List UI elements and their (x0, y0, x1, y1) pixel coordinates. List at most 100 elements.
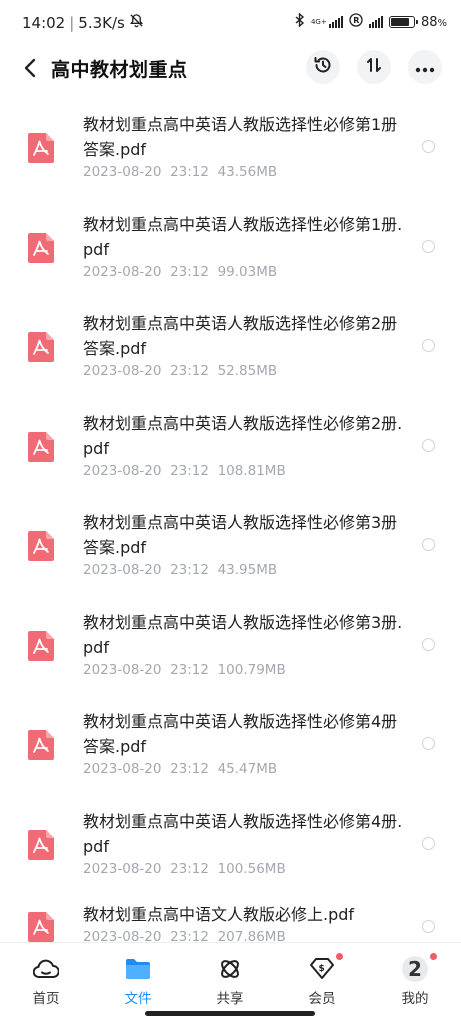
battery-icon (388, 16, 418, 28)
file-name: 教材划重点高中英语人教版选择性必修第1册答案.pdf (83, 115, 398, 159)
avatar: 2 (402, 956, 428, 982)
pdf-file-icon (28, 431, 54, 462)
file-meta: 2023-08-20 23:12 108.81MB (83, 463, 286, 479)
file-meta: 2023-08-20 23:12 45.47MB (83, 761, 277, 777)
nav-home[interactable]: 首页 (11, 955, 81, 1007)
pdf-file-icon (28, 730, 54, 760)
file-meta: 2023-08-20 23:12 100.79MB (83, 662, 286, 678)
more-dots-icon (415, 58, 435, 77)
nav-vip[interactable]: $ 会员 (287, 953, 357, 1007)
file-meta: 2023-08-20 23:12 207.86MB (83, 929, 286, 942)
file-date: 2023-08-20 (83, 562, 162, 578)
file-time: 23:12 (170, 761, 209, 777)
file-size: 207.86MB (217, 929, 286, 942)
status-separator: | (69, 13, 75, 32)
avatar-icon: 2 (401, 953, 437, 983)
battery-unit: % (437, 17, 447, 29)
file-time: 23:12 (170, 929, 209, 942)
network-type: 4G+ (310, 17, 327, 26)
file-size: 52.85MB (217, 363, 278, 379)
back-arrow-icon[interactable] (18, 54, 42, 82)
svg-text:$: $ (319, 964, 325, 974)
pdf-file-icon (28, 133, 54, 163)
file-date: 2023-08-20 (83, 761, 162, 777)
mute-bell-icon (129, 13, 144, 32)
nav-home-label: 首页 (32, 991, 60, 1007)
file-name: 教材划重点高中英语人教版选择性必修第3册答案.pdf (83, 513, 398, 557)
more-button[interactable] (408, 50, 442, 84)
select-radio[interactable] (422, 920, 435, 933)
mine-notification-dot (430, 953, 437, 960)
sort-arrows-icon (364, 55, 384, 79)
file-date: 2023-08-20 (83, 462, 162, 479)
pdf-file-icon (28, 332, 54, 362)
home-cloud-icon (32, 955, 60, 983)
file-row-4[interactable]: 教材划重点高中英语人教版选择性必修第2册.pdf 2023-08-20 23:1… (0, 395, 461, 495)
file-row-7[interactable]: 教材划重点高中英语人教版选择性必修第4册答案.pdf 2023-08-20 23… (0, 693, 461, 793)
file-meta: 2023-08-20 23:12 43.56MB (83, 164, 277, 180)
file-date: 2023-08-20 (83, 363, 162, 379)
file-time: 23:12 (170, 661, 209, 678)
pdf-file-icon (28, 912, 54, 942)
file-row-3[interactable]: 教材划重点高中英语人教版选择性必修第2册答案.pdf 2023-08-20 23… (0, 295, 461, 395)
battery-value: 88 (420, 14, 438, 30)
status-time: 14:02 (22, 13, 66, 32)
status-left: 14:02 | 5.3K/s (22, 13, 144, 32)
select-radio[interactable] (422, 140, 435, 153)
battery-percent: 88% (421, 15, 447, 30)
battery-fill (390, 18, 409, 26)
select-radio[interactable] (422, 538, 435, 551)
file-row-2[interactable]: 教材划重点高中英语人教版选择性必修第1册.pdf 2023-08-20 23:1… (0, 196, 461, 296)
history-button[interactable] (306, 50, 340, 84)
header: 高中教材划重点 (0, 46, 461, 90)
file-size: 100.56MB (217, 860, 286, 877)
file-name: 教材划重点高中英语人教版选择性必修第3册.pdf (83, 612, 403, 657)
file-time: 23:12 (170, 562, 209, 578)
select-radio[interactable] (422, 737, 435, 750)
signal-icon-2 (368, 16, 383, 28)
file-row-5[interactable]: 教材划重点高中英语人教版选择性必修第3册答案.pdf 2023-08-20 23… (0, 494, 461, 594)
file-row-6[interactable]: 教材划重点高中英语人教版选择性必修第3册.pdf 2023-08-20 23:1… (0, 594, 461, 694)
status-bar: 14:02 | 5.3K/s 4G+ R 88% (0, 0, 461, 46)
file-size: 43.95MB (217, 562, 278, 578)
share-icon (216, 955, 244, 983)
nav-share-label: 共享 (216, 991, 244, 1007)
svg-text:R: R (353, 16, 359, 25)
select-radio[interactable] (422, 339, 435, 352)
select-radio[interactable] (422, 239, 435, 253)
vip-icon: $ (308, 953, 343, 983)
select-radio[interactable] (422, 836, 435, 850)
file-meta: 2023-08-20 23:12 100.56MB (83, 861, 286, 877)
nav-mine-label: 我的 (401, 991, 429, 1007)
file-row-8[interactable]: 教材划重点高中英语人教版选择性必修第4册.pdf 2023-08-20 23:1… (0, 793, 461, 893)
nav-vip-label: 会员 (308, 991, 336, 1007)
nav-mine[interactable]: 2 我的 (380, 953, 450, 1007)
network-speed: 5.3K/s (78, 13, 125, 32)
nav-share[interactable]: 共享 (195, 955, 265, 1007)
file-row-9[interactable]: 教材划重点高中语文人教版必修上.pdf 2023-08-20 23:12 207… (0, 892, 461, 942)
file-date: 2023-08-20 (83, 860, 162, 877)
folder-icon (124, 955, 152, 983)
file-size: 108.81MB (217, 462, 286, 479)
pdf-file-icon (28, 232, 54, 263)
nav-files[interactable]: 文件 (103, 955, 173, 1007)
roaming-r-icon: R (349, 13, 363, 31)
pdf-file-icon (28, 829, 54, 860)
home-indicator[interactable] (145, 1011, 315, 1016)
select-radio[interactable] (422, 637, 435, 651)
file-time: 23:12 (170, 164, 209, 180)
select-radio[interactable] (422, 438, 435, 452)
file-size: 43.56MB (217, 164, 278, 180)
sort-button[interactable] (357, 50, 391, 84)
file-name: 教材划重点高中英语人教版选择性必修第4册答案.pdf (83, 712, 398, 756)
file-meta: 2023-08-20 23:12 43.95MB (83, 562, 277, 578)
file-row-1[interactable]: 教材划重点高中英语人教版选择性必修第1册答案.pdf 2023-08-20 23… (0, 96, 461, 196)
bluetooth-icon (295, 12, 305, 31)
file-list[interactable]: 教材划重点高中英语人教版选择性必修第1册答案.pdf 2023-08-20 23… (0, 96, 461, 942)
file-time: 23:12 (170, 363, 209, 379)
nav-files-label: 文件 (124, 991, 152, 1007)
file-name: 教材划重点高中英语人教版选择性必修第2册.pdf (83, 413, 403, 458)
signal-icon (328, 16, 343, 28)
status-right: 4G+ R 88% (295, 12, 447, 31)
vip-notification-dot (336, 953, 343, 960)
